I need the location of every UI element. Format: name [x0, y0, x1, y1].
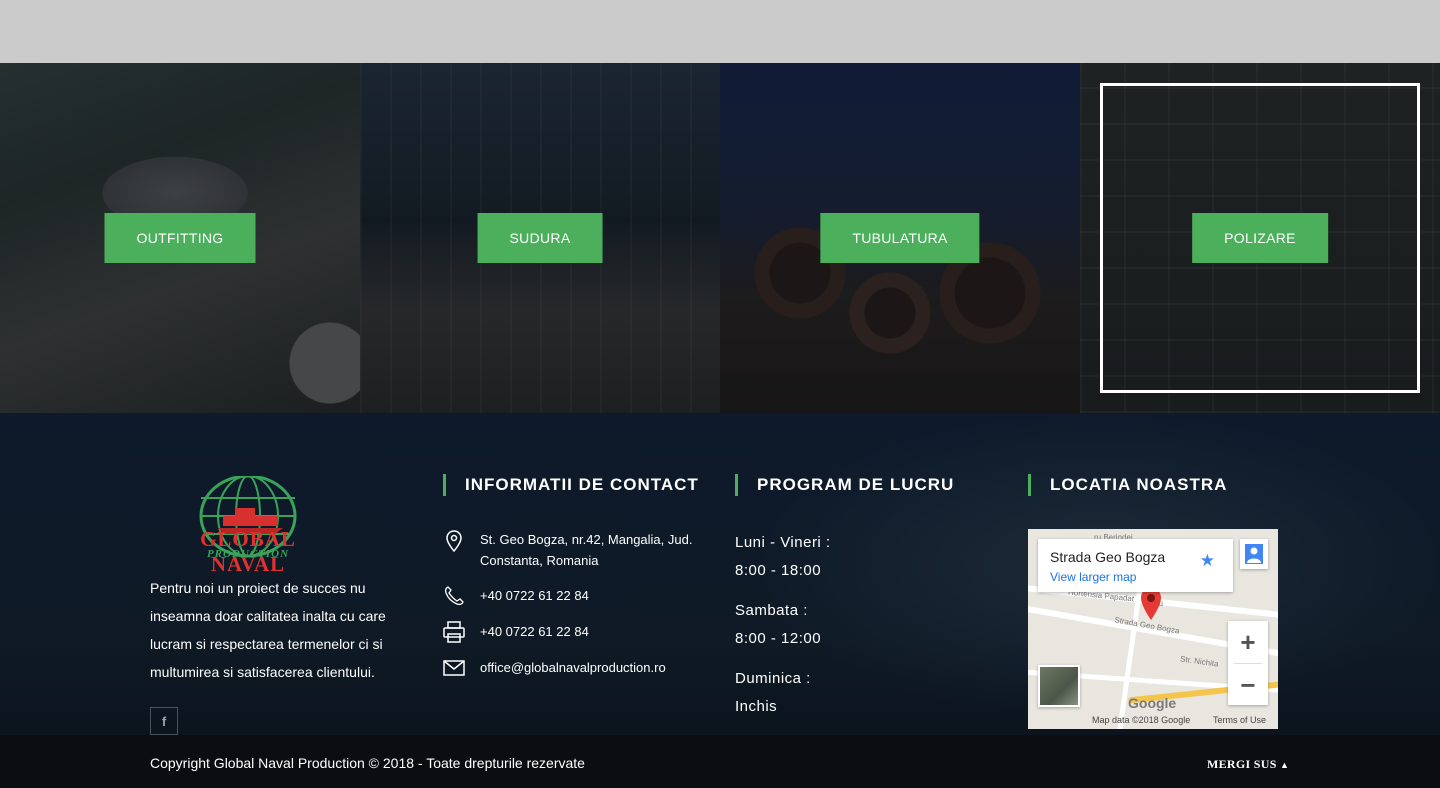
location-pin-icon: [446, 530, 462, 553]
map-place-name: Strada Geo Bogza: [1050, 549, 1166, 565]
company-logo[interactable]: GLOBAL NAVAL PRODUCTION: [163, 474, 333, 576]
contact-phone: +40 0722 61 22 84: [442, 584, 589, 608]
zoom-in-button[interactable]: +: [1228, 621, 1268, 663]
copyright-text: Copyright Global Naval Production © 2018…: [150, 755, 585, 771]
fax-printer-icon: [443, 621, 465, 643]
sudura-button[interactable]: SUDURA: [477, 213, 603, 263]
caret-up-icon: ▲: [1280, 760, 1290, 770]
phone-icon: [444, 586, 464, 606]
saturday-hours: 8:00 - 12:00: [735, 630, 822, 647]
weekdays-hours: 8:00 - 18:00: [735, 562, 822, 579]
phone-text[interactable]: +40 0722 61 22 84: [480, 585, 720, 606]
map-street-label: Str. Nichita: [1179, 654, 1220, 669]
map-info-card: Strada Geo Bogza View larger map ★: [1038, 539, 1233, 592]
address-text: St. Geo Bogza, nr.42, Mangalia, Jud. Con…: [480, 532, 693, 568]
service-tile-outfitting[interactable]: OUTFITTING: [0, 63, 360, 413]
polizare-button[interactable]: POLIZARE: [1192, 213, 1328, 263]
map-zoom-controls: + −: [1228, 621, 1268, 705]
contact-heading: INFORMATII DE CONTACT: [443, 474, 699, 496]
service-tile-sudura[interactable]: SUDURA: [360, 63, 720, 413]
facebook-icon[interactable]: f: [150, 707, 178, 735]
save-star-icon[interactable]: ★: [1200, 551, 1215, 571]
pegman-icon[interactable]: [1240, 539, 1268, 569]
contact-fax: +40 0722 61 22 84: [442, 620, 589, 644]
weekdays-label: Luni - Vineri :: [735, 534, 831, 551]
location-heading: LOCATIA NOASTRA: [1028, 474, 1227, 496]
email-link[interactable]: office@globalnavalproduction.ro: [480, 657, 720, 678]
fax-text: +40 0722 61 22 84: [480, 624, 589, 639]
header-bar: [0, 0, 1440, 63]
tubulatura-button[interactable]: TUBULATURA: [820, 213, 980, 263]
saturday-label: Sambata :: [735, 602, 808, 619]
sunday-label: Duminica :: [735, 670, 811, 687]
map-attribution: Map data ©2018 Google: [1092, 715, 1191, 725]
about-text: Pentru noi un proiect de succes nu insea…: [150, 580, 386, 680]
schedule-heading: PROGRAM DE LUCRU: [735, 474, 954, 496]
envelope-icon: [443, 660, 465, 676]
satellite-toggle[interactable]: [1038, 665, 1080, 707]
contact-address: St. Geo Bogza, nr.42, Mangalia, Jud. Con…: [442, 529, 692, 568]
google-logo: Google: [1128, 695, 1177, 711]
view-larger-map-link[interactable]: View larger map: [1050, 570, 1136, 584]
map-pin-icon[interactable]: [1140, 587, 1162, 621]
service-tile-tubulatura[interactable]: TUBULATURA: [720, 63, 1080, 413]
services-grid: OUTFITTING SUDURA TUBULATURA POLIZARE: [0, 63, 1440, 413]
back-to-top-label: MERGI SUS: [1207, 757, 1277, 771]
terms-of-use-link[interactable]: Terms of Use: [1213, 715, 1266, 725]
logo-subtitle: PRODUCTION: [206, 548, 290, 560]
sunday-hours: Inchis: [735, 698, 778, 715]
contact-email: office@globalnavalproduction.ro: [442, 656, 666, 680]
google-map[interactable]: ru Berindei Hortensia Papadat escu Strad…: [1028, 529, 1278, 729]
service-tile-polizare[interactable]: POLIZARE: [1080, 63, 1440, 413]
zoom-out-button[interactable]: −: [1228, 664, 1268, 706]
outfitting-button[interactable]: OUTFITTING: [104, 213, 256, 263]
back-to-top-link[interactable]: MERGI SUS ▲: [1207, 757, 1289, 772]
